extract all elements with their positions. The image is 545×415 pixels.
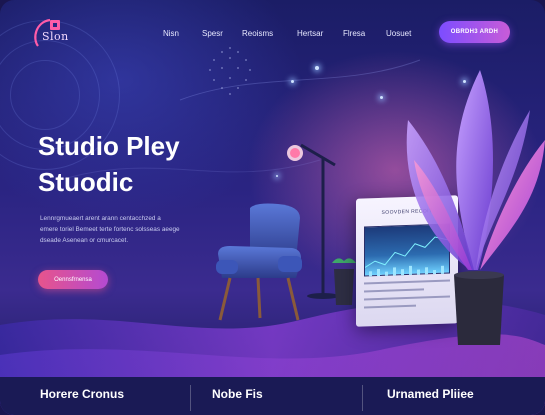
footer-item-nobe-fis[interactable]: Nobe Fis	[212, 387, 263, 401]
screen-text-lines	[364, 279, 450, 314]
sparkle-star	[463, 80, 466, 83]
dotted-sphere-graphic	[209, 47, 251, 95]
nav-item-hertsar[interactable]: Hertsar	[297, 29, 323, 38]
hero-title: Studio Pley Stuodic	[38, 128, 180, 200]
sparkle-star	[380, 96, 383, 99]
nav-item-flresa[interactable]: Flresa	[343, 29, 365, 38]
nav-item-uosuet[interactable]: Uosuet	[386, 29, 411, 38]
hero-title-line: Stuodic	[38, 167, 134, 197]
logo-text: Slon	[42, 30, 69, 43]
nav-item-spesr[interactable]: Spesr	[202, 29, 223, 38]
footer: Horere Cronus Nobe Fis Urnamed Pliiee	[0, 381, 545, 415]
hero-title-line: Studio Pley	[38, 131, 180, 161]
screen-chart	[364, 223, 452, 277]
footer-divider	[362, 385, 363, 411]
screen-display-icon: SOOVDEN RECOIT	[356, 195, 458, 327]
hero-description: Lennrgmueaert arent arann centacchzed a …	[40, 213, 210, 246]
nav-item-reoisms[interactable]: Reoisms	[242, 29, 273, 38]
nav-item-nisn[interactable]: Nisn	[163, 29, 179, 38]
screen-title: SOOVDEN RECOIT	[381, 208, 433, 216]
sparkle-star	[276, 175, 278, 177]
hero-description-line: Lennrgmueaert arent arann centacchzed a	[40, 215, 161, 222]
sparkle-star	[291, 80, 294, 83]
sparkle-star	[315, 66, 319, 70]
hero-description-line: dseade Asenean or cmurcacet.	[40, 237, 129, 244]
screen-chart-graphic	[364, 236, 452, 277]
header-cta-button[interactable]: OBRDH3 ARDH	[439, 21, 510, 43]
footer-item-horere-cronus[interactable]: Horere Cronus	[40, 387, 124, 401]
hero-cta-button[interactable]: Oennsfrnensa	[38, 270, 108, 289]
hero-description-line: emere toriel Bemeet terte fortenc solsse…	[40, 226, 180, 233]
decorative-ring	[10, 60, 80, 130]
page: Slon Nisn Spesr Reoisms Hertsar Flresa U…	[0, 0, 545, 415]
footer-item-urnamed-pliiee[interactable]: Urnamed Pliiee	[387, 387, 474, 401]
footer-divider	[190, 385, 191, 411]
